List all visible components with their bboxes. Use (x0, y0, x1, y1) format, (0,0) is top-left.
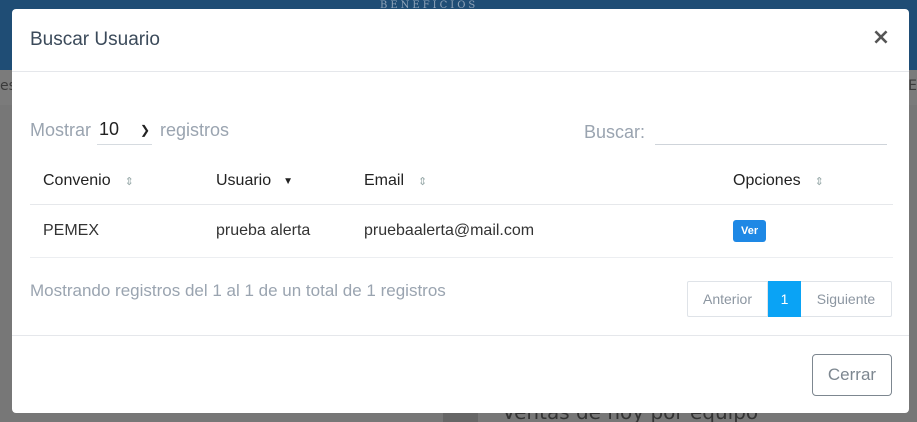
search-control: Buscar: (584, 117, 888, 147)
table-row: PEMEX prueba alerta pruebaalerta@mail.co… (30, 204, 893, 258)
column-header-email[interactable]: Email ⇕ (351, 159, 720, 205)
search-label: Buscar: (584, 121, 646, 142)
length-suffix-label: registros (160, 119, 230, 140)
view-button[interactable]: Ver (733, 219, 767, 242)
column-label: Opciones (733, 172, 801, 190)
sort-both-icon: ⇕ (124, 175, 134, 188)
cell-convenio: PEMEX (30, 204, 203, 258)
modal-title: Buscar Usuario (30, 29, 160, 50)
close-icon[interactable]: × (871, 26, 891, 50)
pagination-page-button[interactable]: 1 (768, 281, 801, 317)
sort-both-icon: ⇕ (418, 175, 428, 188)
column-label: Convenio (43, 172, 111, 190)
length-prefix-label: Mostrar (30, 119, 92, 140)
sort-both-icon: ⇕ (814, 175, 824, 188)
column-label: Usuario (216, 172, 272, 190)
column-header-convenio[interactable]: Convenio ⇕ (30, 159, 203, 205)
modal-footer: Cerrar (12, 335, 909, 413)
search-input[interactable] (655, 119, 888, 145)
table-header-row: Convenio ⇕ Usuario ▼ Email ⇕ Opciones ⇕ (30, 159, 893, 205)
cell-usuario: prueba alerta (203, 204, 351, 258)
search-user-modal: Buscar Usuario × Mostrar 10 ❯ registros … (12, 9, 909, 413)
sort-desc-icon: ▼ (283, 175, 294, 187)
table-info: Mostrando registros del 1 al 1 de un tot… (30, 281, 446, 300)
modal-header: Buscar Usuario × (12, 9, 909, 72)
chevron-down-icon: ❯ (139, 122, 151, 137)
page-length-control: Mostrar 10 ❯ registros (30, 115, 229, 145)
page-length-select[interactable]: 10 ❯ (97, 115, 153, 145)
column-label: Email (364, 172, 405, 190)
close-button[interactable]: Cerrar (812, 354, 892, 396)
pagination-previous-button[interactable]: Anterior (687, 281, 768, 317)
column-header-opciones[interactable]: Opciones ⇕ (720, 159, 893, 205)
page-length-value: 10 (99, 119, 120, 139)
cell-email: pruebaalerta@mail.com (351, 204, 720, 258)
users-table: Convenio ⇕ Usuario ▼ Email ⇕ Opciones ⇕ PEME… (30, 159, 893, 258)
background-nav-text-right: E (908, 78, 917, 94)
pagination-next-button[interactable]: Siguiente (801, 281, 892, 317)
column-header-usuario[interactable]: Usuario ▼ (203, 159, 351, 205)
pagination: Anterior 1 Siguiente (687, 281, 892, 317)
cell-opciones: Ver (720, 204, 893, 258)
